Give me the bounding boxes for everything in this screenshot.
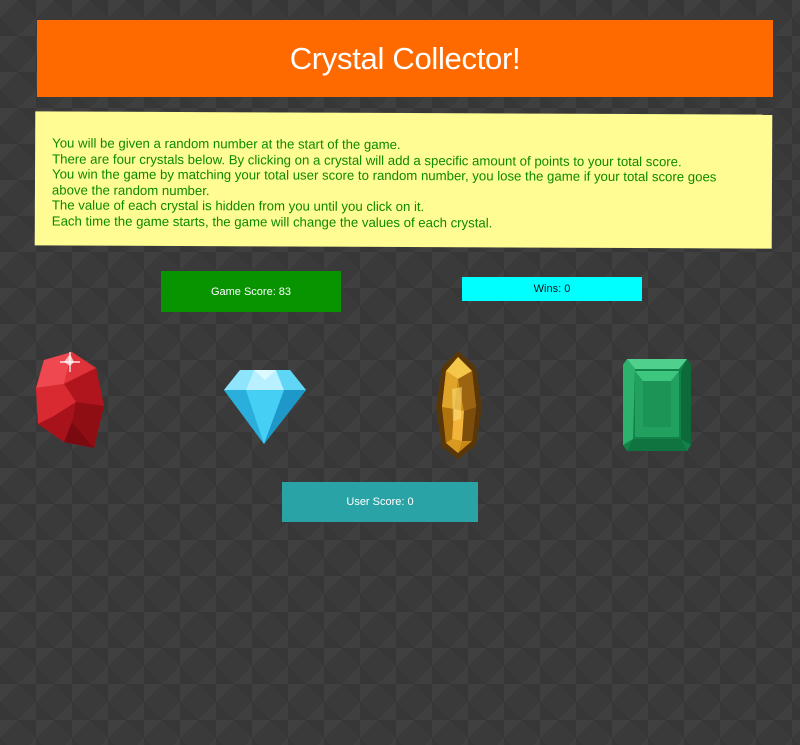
- instruction-line: You win the game by matching your total …: [51, 166, 717, 198]
- game-score-display: Game Score: 83: [161, 271, 341, 312]
- amber-crystal-icon: [436, 351, 482, 459]
- blue-diamond-icon: [224, 370, 306, 444]
- user-score-display: User Score: 0: [282, 482, 478, 522]
- instructions-panel: You will be given a random number at the…: [34, 111, 773, 249]
- red-crystal-icon: [36, 352, 104, 448]
- red-crystal-button[interactable]: [34, 350, 106, 454]
- blue-crystal-button[interactable]: [222, 366, 308, 446]
- instruction-line: Each time the game starts, the game will…: [51, 213, 493, 231]
- page-title: Crystal Collector!: [289, 40, 521, 76]
- green-crystal-button[interactable]: [621, 357, 693, 453]
- page-header: Crystal Collector!: [37, 20, 773, 97]
- wins-counter: Wins: 0: [462, 277, 642, 301]
- amber-crystal-button[interactable]: [434, 349, 484, 461]
- green-emerald-icon: [623, 359, 691, 451]
